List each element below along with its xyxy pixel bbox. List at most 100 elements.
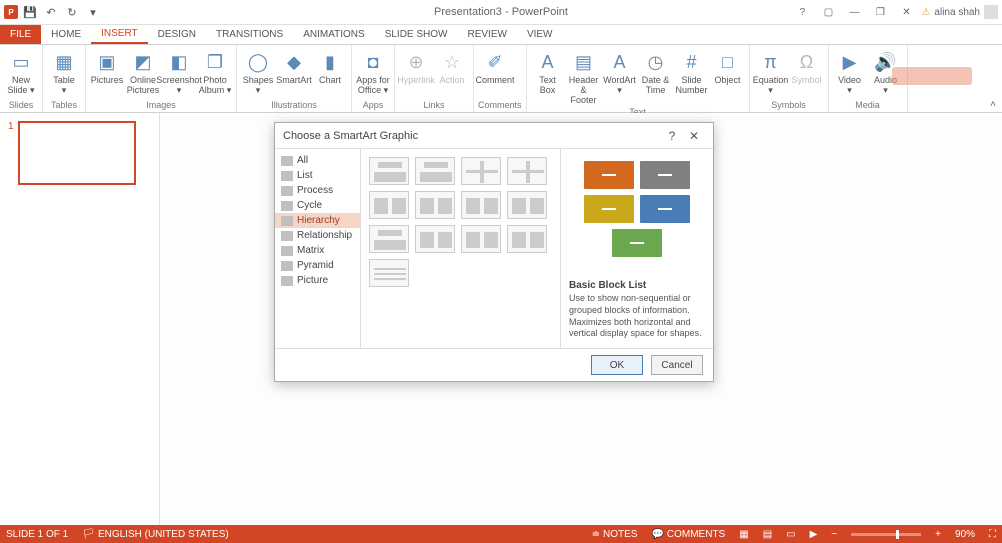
tab-transitions[interactable]: TRANSITIONS: [206, 25, 293, 44]
layout-thumb[interactable]: [369, 259, 409, 287]
text-box-button[interactable]: AText Box: [531, 47, 565, 96]
status-comments[interactable]: 💬 COMMENTS: [651, 529, 725, 540]
layout-thumb[interactable]: [369, 191, 409, 219]
layout-thumb[interactable]: [415, 225, 455, 253]
layout-thumb[interactable]: [461, 225, 501, 253]
qat-more-icon[interactable]: ▾: [84, 3, 102, 21]
slide-number-label: Slide Number: [676, 76, 708, 96]
zoom-out-icon[interactable]: −: [831, 529, 837, 540]
layout-thumb[interactable]: [507, 191, 547, 219]
user-warning-icon: ⚠: [921, 7, 930, 18]
shapes-button[interactable]: ◯Shapes ▾: [241, 47, 275, 96]
new-slide-button[interactable]: ▭New Slide ▾: [4, 47, 38, 96]
tab-animations[interactable]: ANIMATIONS: [293, 25, 374, 44]
tab-file[interactable]: FILE: [0, 25, 41, 44]
save-icon[interactable]: 💾: [21, 3, 39, 21]
text-box-label: Text Box: [539, 76, 556, 96]
view-reading-icon[interactable]: ▭: [786, 529, 795, 540]
object-label: Object: [715, 76, 741, 86]
comment-icon: ✐: [483, 50, 507, 74]
view-slideshow-icon[interactable]: ▶: [810, 529, 818, 540]
status-slide[interactable]: SLIDE 1 OF 1: [6, 529, 68, 540]
header-footer-button[interactable]: ▤Header & Footer: [567, 47, 601, 106]
close-icon[interactable]: ✕: [895, 3, 917, 21]
layout-thumb[interactable]: [507, 225, 547, 253]
ok-button[interactable]: OK: [591, 355, 643, 375]
wordart-button[interactable]: AWordArt ▾: [603, 47, 637, 96]
category-cycle[interactable]: Cycle: [275, 198, 360, 213]
tab-review[interactable]: REVIEW: [457, 25, 516, 44]
cancel-button[interactable]: Cancel: [651, 355, 703, 375]
smartart-dialog: Choose a SmartArt Graphic ? ✕ AllListPro…: [274, 122, 714, 382]
minimize-icon[interactable]: —: [843, 3, 865, 21]
category-hierarchy[interactable]: Hierarchy: [275, 213, 360, 228]
layout-thumb[interactable]: [369, 157, 409, 185]
user-name[interactable]: alina shah: [934, 7, 980, 18]
screenshot-button[interactable]: ◧Screenshot ▾: [162, 47, 196, 96]
photo-album-button[interactable]: ❐Photo Album ▾: [198, 47, 232, 96]
dialog-close-icon[interactable]: ✕: [683, 129, 705, 143]
category-list[interactable]: List: [275, 168, 360, 183]
zoom-in-icon[interactable]: +: [935, 529, 941, 540]
view-sorter-icon[interactable]: ▤: [763, 529, 772, 540]
new-slide-icon: ▭: [9, 50, 33, 74]
comment-button[interactable]: ✐Comment: [478, 47, 512, 86]
layout-thumb[interactable]: [461, 191, 501, 219]
smartart-button[interactable]: ◆SmartArt: [277, 47, 311, 86]
video-button[interactable]: ▶Video ▾: [833, 47, 867, 96]
slide-thumbnail[interactable]: [18, 121, 136, 185]
collapse-ribbon-icon[interactable]: ˄: [990, 99, 996, 110]
undo-icon[interactable]: ↶: [42, 3, 60, 21]
category-label: Picture: [297, 275, 328, 286]
help-icon[interactable]: ?: [791, 3, 813, 21]
category-process[interactable]: Process: [275, 183, 360, 198]
category-relationship[interactable]: Relationship: [275, 228, 360, 243]
category-icon: [281, 231, 293, 241]
tab-design[interactable]: DESIGN: [148, 25, 206, 44]
sign-in-pill[interactable]: [892, 67, 972, 85]
equation-button[interactable]: πEquation ▾: [754, 47, 788, 96]
user-avatar[interactable]: [984, 5, 998, 19]
table-button[interactable]: ▦Table ▾: [47, 47, 81, 96]
group-text: AText Box▤Header & FooterAWordArt ▾◷Date…: [527, 45, 750, 112]
status-language[interactable]: 🏳 ENGLISH (UNITED STATES): [82, 529, 228, 540]
zoom-level[interactable]: 90%: [955, 529, 975, 540]
restore-icon[interactable]: ❐: [869, 3, 891, 21]
category-picture[interactable]: Picture: [275, 273, 360, 288]
category-all[interactable]: All: [275, 153, 360, 168]
fit-to-window-icon[interactable]: ⛶: [989, 529, 996, 540]
object-button[interactable]: □Object: [711, 47, 745, 86]
view-normal-icon[interactable]: ▦: [739, 529, 748, 540]
slide-canvas[interactable]: Choose a SmartArt Graphic ? ✕ AllListPro…: [160, 113, 1002, 525]
equation-icon: π: [759, 50, 783, 74]
chart-label: Chart: [319, 76, 341, 86]
layout-thumb[interactable]: [415, 191, 455, 219]
zoom-slider[interactable]: [851, 533, 921, 536]
redo-icon[interactable]: ↻: [63, 3, 81, 21]
layout-thumb[interactable]: [415, 157, 455, 185]
apps-for-office-button[interactable]: ◘Apps for Office ▾: [356, 47, 390, 96]
pictures-button[interactable]: ▣Pictures: [90, 47, 124, 86]
group-label: Tables: [47, 99, 81, 112]
display-options-icon[interactable]: ▢: [817, 3, 839, 21]
tab-insert[interactable]: INSERT: [91, 25, 148, 44]
tab-slide-show[interactable]: SLIDE SHOW: [375, 25, 458, 44]
group-tables: ▦Table ▾ Tables: [43, 45, 86, 112]
layout-thumb[interactable]: [369, 225, 409, 253]
category-label: Cycle: [297, 200, 322, 211]
tab-home[interactable]: HOME: [41, 25, 91, 44]
slide-number-button[interactable]: #Slide Number: [675, 47, 709, 96]
category-matrix[interactable]: Matrix: [275, 243, 360, 258]
status-notes[interactable]: ≐ NOTES: [592, 529, 638, 540]
tab-view[interactable]: VIEW: [517, 25, 563, 44]
chart-button[interactable]: ▮Chart: [313, 47, 347, 86]
group-label: Symbols: [754, 99, 824, 112]
layout-thumb[interactable]: [461, 157, 501, 185]
date-time-button[interactable]: ◷Date & Time: [639, 47, 673, 96]
online-pictures-button[interactable]: ◩Online Pictures: [126, 47, 160, 96]
layout-thumb[interactable]: [507, 157, 547, 185]
photo-album-icon: ❐: [203, 50, 227, 74]
category-pyramid[interactable]: Pyramid: [275, 258, 360, 273]
dialog-help-icon[interactable]: ?: [661, 129, 683, 143]
screenshot-label: Screenshot ▾: [156, 76, 202, 96]
